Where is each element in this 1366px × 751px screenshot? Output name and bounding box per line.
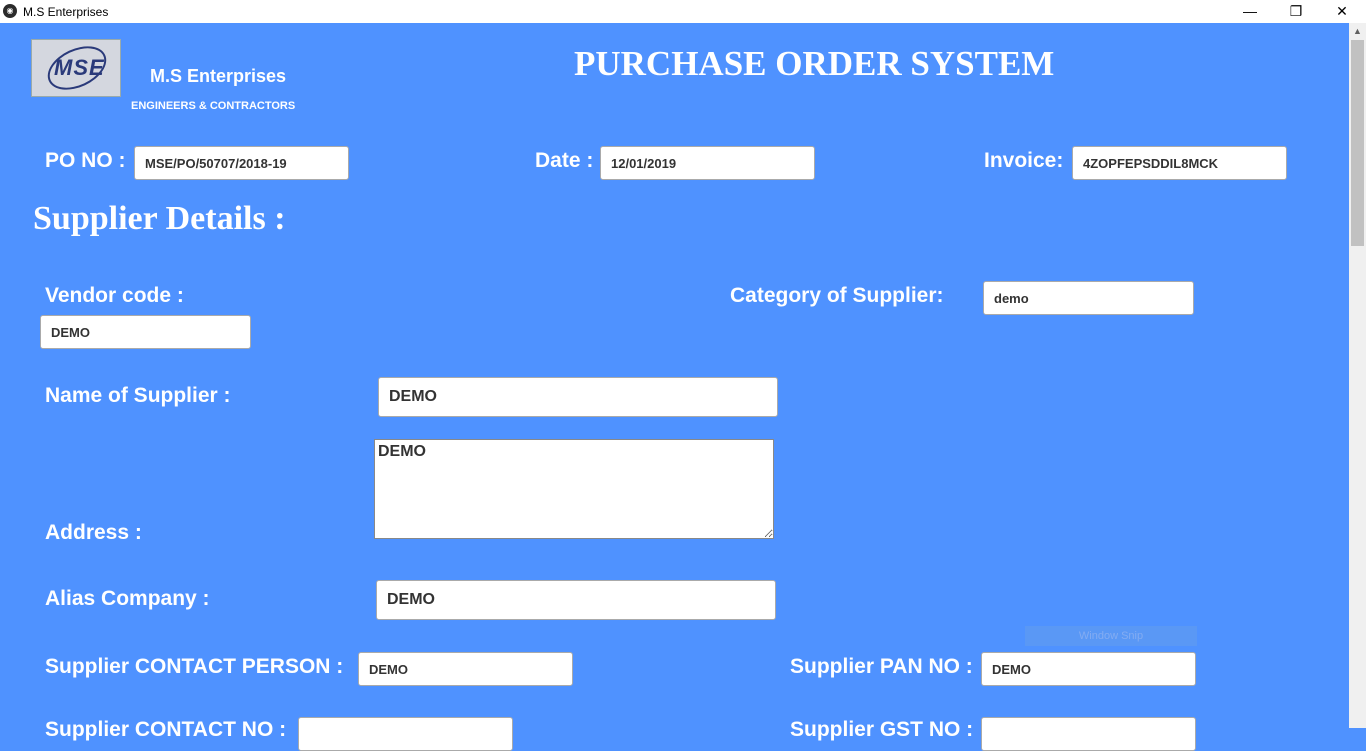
form-content: MSE M.S Enterprises ENGINEERS & CONTRACT… — [0, 23, 1349, 751]
page-title: PURCHASE ORDER SYSTEM — [574, 44, 1055, 83]
date-label: Date : — [535, 149, 594, 172]
invoice-label: Invoice: — [984, 149, 1064, 172]
scroll-up-arrow-icon[interactable]: ▲ — [1349, 23, 1366, 40]
company-tagline: ENGINEERS & CONTRACTORS — [131, 100, 296, 112]
gst-input[interactable] — [981, 717, 1196, 751]
window-snip-overlay: Window Snip — [1025, 626, 1197, 646]
pan-input[interactable] — [981, 652, 1196, 686]
vendor-code-input[interactable] — [40, 315, 251, 349]
alias-company-input[interactable] — [376, 580, 776, 620]
supplier-name-label: Name of Supplier : — [45, 384, 231, 407]
window-title: M.S Enterprises — [23, 5, 109, 19]
date-input[interactable] — [600, 146, 815, 180]
app-icon: ◉ — [3, 4, 17, 18]
pan-label: Supplier PAN NO : — [790, 655, 973, 678]
logo-text: MSE — [54, 55, 105, 80]
invoice-input[interactable] — [1072, 146, 1287, 180]
supplier-section-title: Supplier Details : — [33, 200, 286, 237]
alias-company-label: Alias Company : — [45, 587, 210, 610]
gst-label: Supplier GST NO : — [790, 718, 974, 741]
po-number-label: PO NO : — [45, 149, 126, 172]
category-label: Category of Supplier: — [730, 284, 944, 307]
contact-number-input[interactable] — [298, 717, 513, 751]
scrollbar-thumb[interactable] — [1351, 40, 1364, 246]
vendor-code-label: Vendor code : — [45, 284, 184, 307]
contact-person-label: Supplier CONTACT PERSON : — [45, 655, 344, 678]
address-textarea[interactable]: DEMO — [374, 439, 774, 539]
window-titlebar: ◉ M.S Enterprises — ❐ ✕ — [0, 0, 1366, 23]
vertical-scrollbar[interactable]: ▲ — [1349, 23, 1366, 728]
minimize-button[interactable]: — — [1227, 0, 1273, 23]
supplier-name-input[interactable] — [378, 377, 778, 417]
address-label: Address : — [45, 521, 142, 544]
close-button[interactable]: ✕ — [1319, 0, 1365, 23]
restore-button[interactable]: ❐ — [1273, 0, 1319, 23]
company-name: M.S Enterprises — [150, 66, 287, 86]
contact-person-input[interactable] — [358, 652, 573, 686]
contact-number-label: Supplier CONTACT NO : — [45, 718, 287, 741]
company-logo: MSE — [31, 37, 121, 99]
category-input[interactable] — [983, 281, 1194, 315]
po-number-input[interactable] — [134, 146, 349, 180]
